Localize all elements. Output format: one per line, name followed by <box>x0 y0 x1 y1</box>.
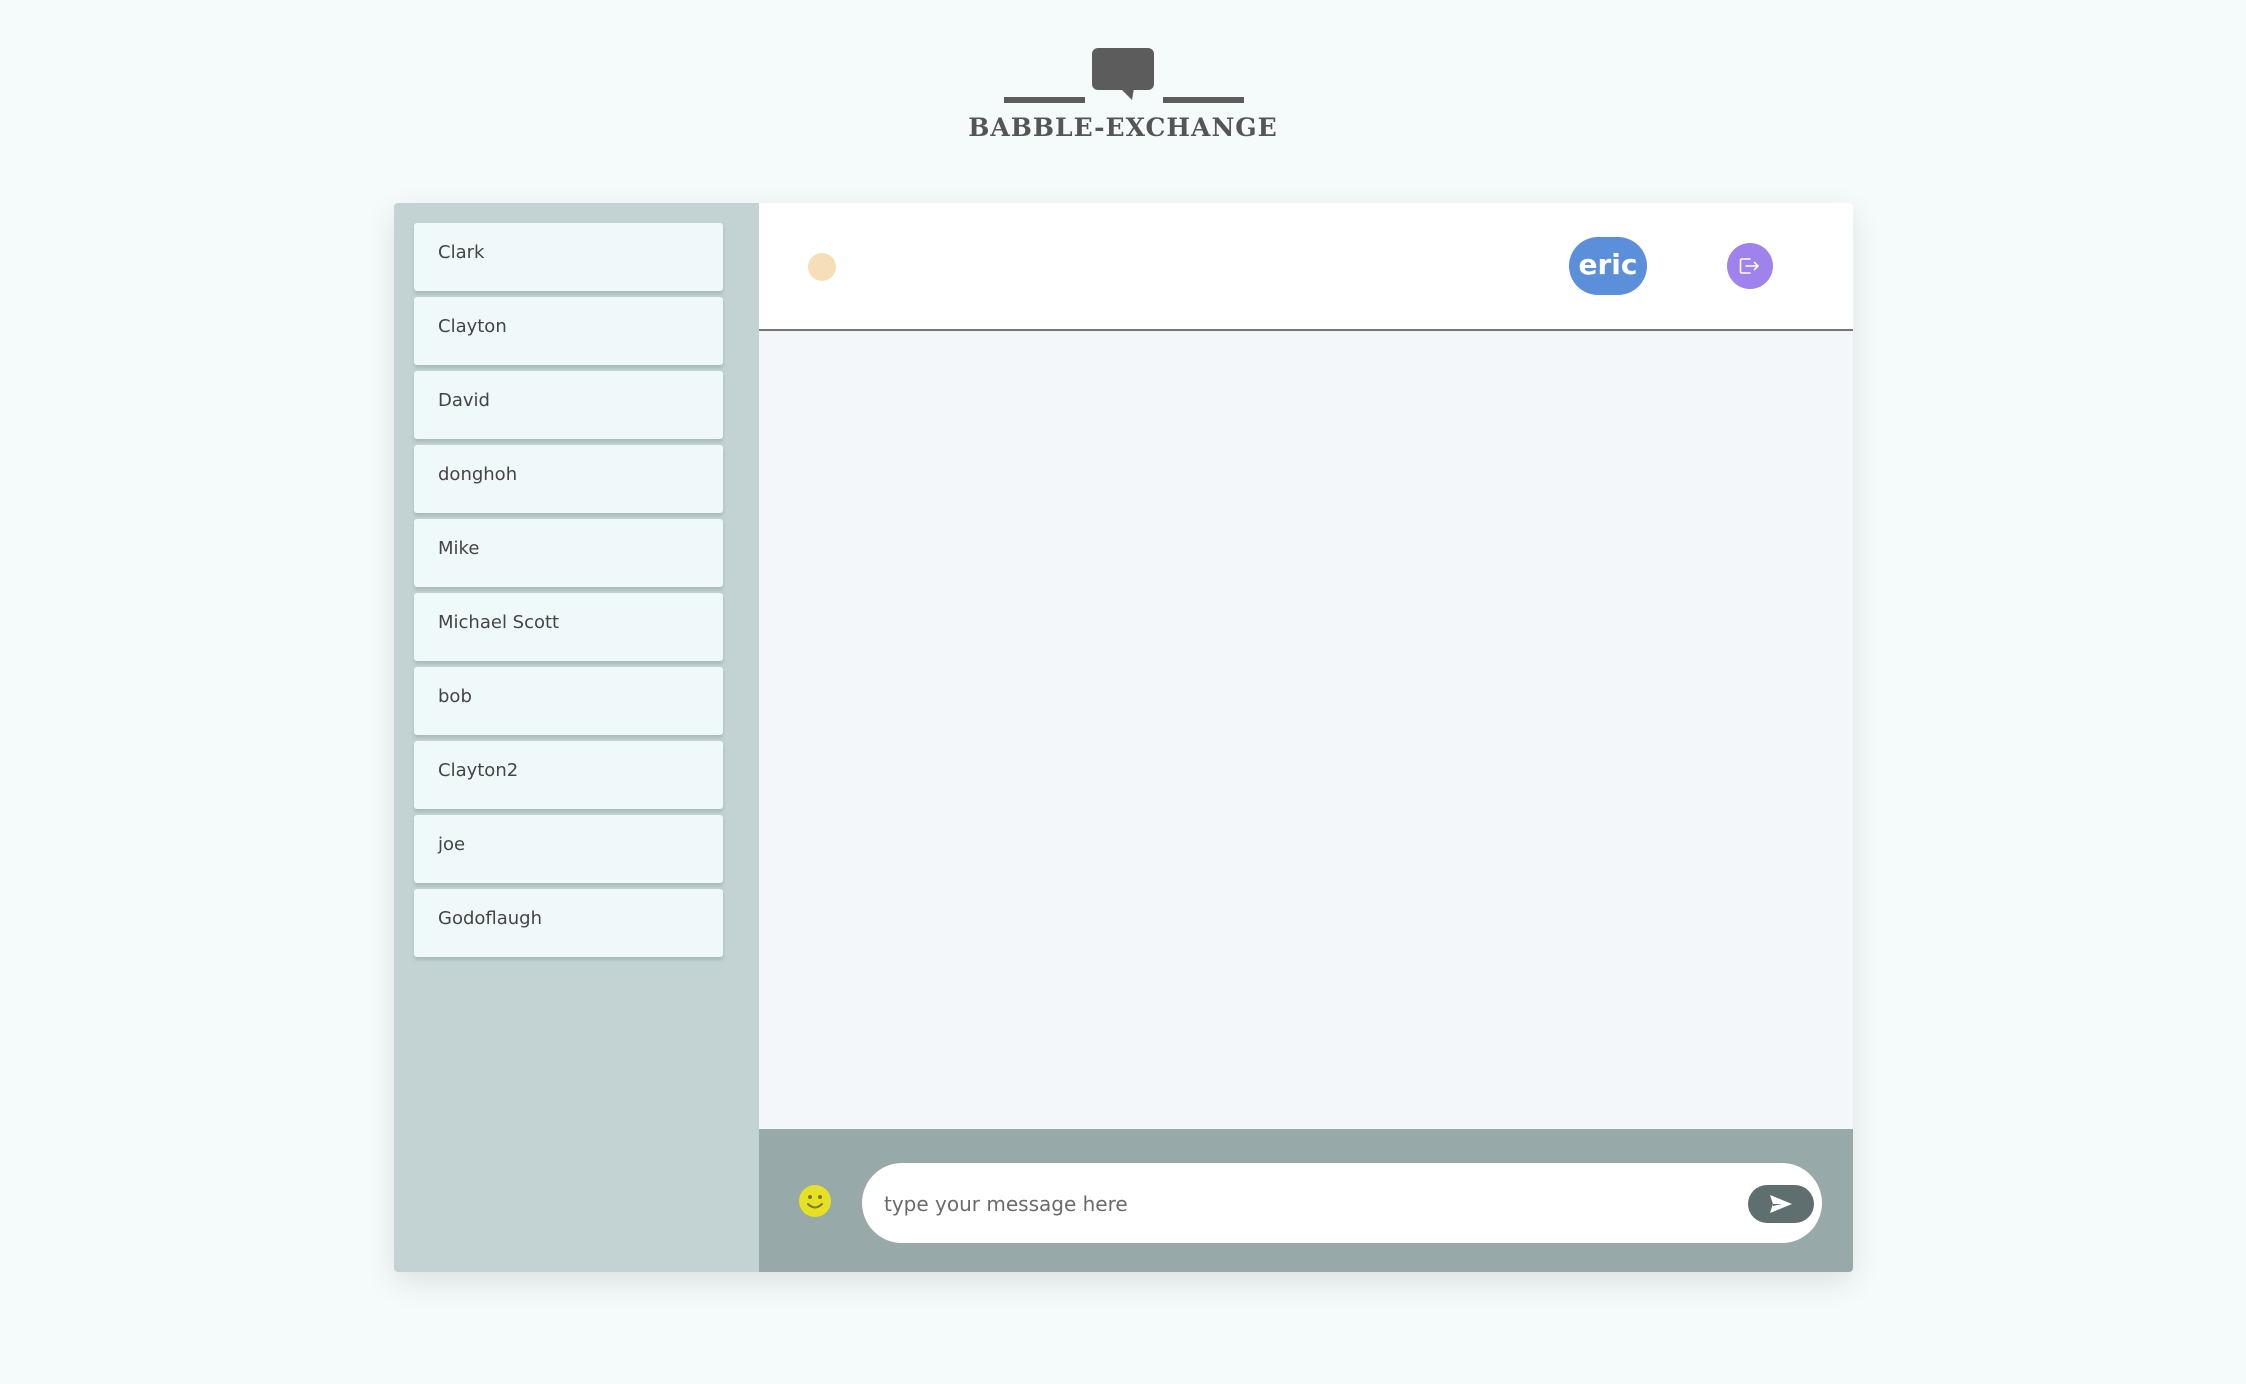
contact-item[interactable]: David <box>414 371 723 439</box>
chat-panel: eric <box>759 203 1853 1272</box>
send-icon <box>1770 1195 1792 1213</box>
contact-name: Clayton2 <box>438 760 519 781</box>
message-input[interactable] <box>882 1183 1726 1225</box>
app-title: BABBLE-EXCHANGE <box>968 113 1278 142</box>
contact-name: bob <box>438 686 472 707</box>
status-indicator <box>808 253 836 281</box>
contact-item[interactable]: donghoh <box>414 445 723 513</box>
contact-name: Mike <box>438 538 480 559</box>
chat-bubble-icon <box>1092 48 1154 100</box>
contact-item[interactable]: Mike <box>414 519 723 587</box>
contacts-sidebar: Clark Clayton David donghoh Mike Michael… <box>394 203 759 1272</box>
message-input-wrapper <box>862 1163 1822 1243</box>
logout-icon <box>1739 258 1759 274</box>
logo-line-left <box>1004 97 1085 103</box>
contact-name: donghoh <box>438 464 518 485</box>
chat-topbar: eric <box>759 203 1853 331</box>
send-button[interactable] <box>1748 1185 1814 1223</box>
contact-item[interactable]: Godoflaugh <box>414 889 723 957</box>
smiley-icon[interactable] <box>798 1184 832 1218</box>
contact-name: David <box>438 390 490 411</box>
contact-item[interactable]: joe <box>414 815 723 883</box>
contact-item[interactable]: Clark <box>414 223 723 291</box>
contact-name: Clark <box>438 242 485 263</box>
current-user-badge[interactable]: eric <box>1569 237 1647 295</box>
contact-name: Clayton <box>438 316 507 337</box>
contact-item[interactable]: Clayton <box>414 297 723 365</box>
logo-line-right <box>1163 97 1244 103</box>
contact-item[interactable]: Michael Scott <box>414 593 723 661</box>
contact-name: Godoflaugh <box>438 908 543 929</box>
contact-item[interactable]: Clayton2 <box>414 741 723 809</box>
contact-name: Michael Scott <box>438 612 560 633</box>
message-composer <box>759 1129 1853 1272</box>
chat-app: Clark Clayton David donghoh Mike Michael… <box>394 203 1853 1272</box>
contact-item[interactable]: bob <box>414 667 723 735</box>
contact-name: joe <box>438 834 466 855</box>
app-header: BABBLE-EXCHANGE <box>0 0 2246 180</box>
logout-button[interactable] <box>1727 243 1773 289</box>
message-area[interactable] <box>759 331 1853 1131</box>
